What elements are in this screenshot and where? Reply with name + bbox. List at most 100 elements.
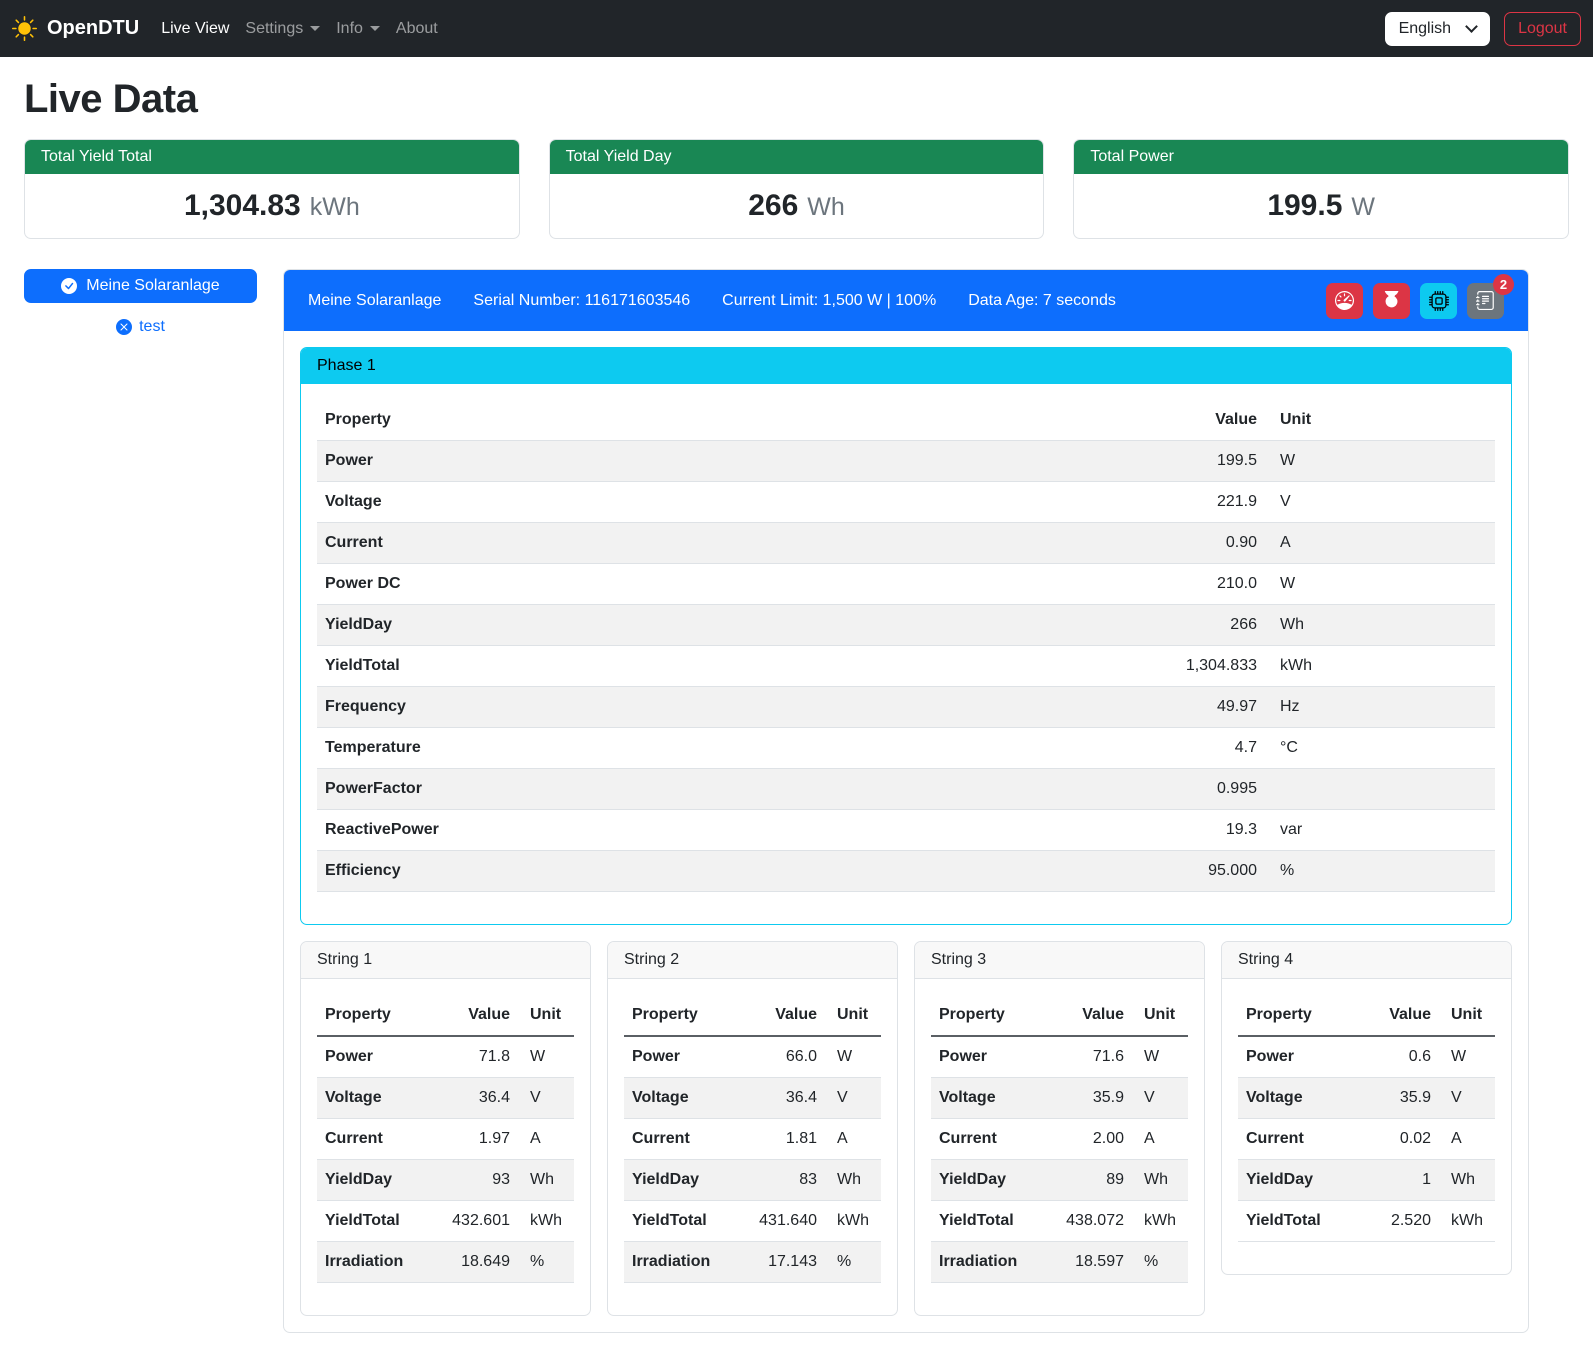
card-unit: W	[1351, 193, 1375, 221]
value-cell: 266	[884, 605, 1265, 646]
property-cell: Current	[1238, 1119, 1361, 1160]
unit-cell: %	[518, 1242, 574, 1283]
value-cell: 36.4	[430, 1078, 518, 1119]
property-cell: Current	[317, 1119, 430, 1160]
inverter-toolbar: 2	[1326, 283, 1504, 319]
value-cell: 431.640	[737, 1201, 825, 1242]
logout-button[interactable]: Logout	[1504, 12, 1581, 46]
unit-cell: A	[518, 1119, 574, 1160]
chevron-down-icon	[370, 26, 380, 31]
event-count-badge: 2	[1493, 274, 1514, 295]
unit-cell: Wh	[518, 1160, 574, 1201]
device-info-button[interactable]	[1420, 283, 1457, 319]
property-cell: Power	[317, 441, 884, 482]
inverter-select-button-test[interactable]: test	[24, 318, 257, 336]
chevron-down-icon	[310, 26, 320, 31]
property-cell: Voltage	[1238, 1078, 1361, 1119]
value-cell: 0.90	[884, 523, 1265, 564]
value-cell: 19.3	[884, 810, 1265, 851]
brand-logo[interactable]: OpenDTU	[12, 16, 139, 41]
check-circle-icon	[61, 278, 77, 294]
unit-cell	[1265, 769, 1495, 810]
unit-cell: W	[1439, 1036, 1495, 1078]
property-cell: Frequency	[317, 687, 884, 728]
property-cell: Power	[931, 1036, 1044, 1078]
value-cell: 0.995	[884, 769, 1265, 810]
value-cell: 221.9	[884, 482, 1265, 523]
string-2-card: String 2 Property Value Unit	[607, 941, 898, 1316]
card-value: 1,304.83	[184, 189, 301, 222]
property-cell: YieldDay	[317, 605, 884, 646]
table-row: Irradiation18.649%	[317, 1242, 574, 1283]
inverter-panel: Meine Solaranlage Serial Number: 1161716…	[283, 269, 1529, 1333]
table-row: YieldTotal1,304.833kWh	[317, 646, 1495, 687]
event-log-button[interactable]: 2	[1467, 283, 1504, 319]
journal-icon	[1476, 291, 1495, 310]
property-cell: Efficiency	[317, 851, 884, 892]
unit-cell: V	[825, 1078, 881, 1119]
table-row: Current1.81A	[624, 1119, 881, 1160]
inverter-limit: Current Limit: 1,500 W | 100%	[722, 292, 936, 310]
unit-cell: A	[1265, 523, 1495, 564]
value-cell: 2.520	[1361, 1201, 1439, 1242]
value-cell: 89	[1044, 1160, 1132, 1201]
table-row: Power71.6W	[931, 1036, 1188, 1078]
total-yield-day-card: Total Yield Day 266Wh	[549, 139, 1045, 239]
value-cell: 71.8	[430, 1036, 518, 1078]
string-card-title: String 2	[608, 942, 897, 979]
table-row: Current1.97A	[317, 1119, 574, 1160]
unit-cell: kWh	[825, 1201, 881, 1242]
table-row: Voltage36.4V	[624, 1078, 881, 1119]
chevron-down-icon	[1465, 20, 1478, 33]
phase-table: Property Value Unit Power199.5WVoltage22…	[317, 400, 1495, 892]
string-3-table: Property Value Unit Power71.6WVoltage35.…	[931, 995, 1188, 1283]
property-cell: Current	[931, 1119, 1044, 1160]
power-settings-button[interactable]	[1373, 283, 1410, 319]
string-card-title: String 1	[301, 942, 590, 979]
value-cell: 18.597	[1044, 1242, 1132, 1283]
card-value: 266	[748, 189, 798, 222]
unit-cell: kWh	[1265, 646, 1495, 687]
card-value: 199.5	[1267, 189, 1342, 222]
unit-cell: W	[1265, 564, 1495, 605]
nav-link-settings[interactable]: Settings	[237, 12, 328, 46]
property-cell: YieldDay	[624, 1160, 737, 1201]
property-cell: YieldTotal	[624, 1201, 737, 1242]
nav-link-about[interactable]: About	[388, 12, 446, 46]
property-cell: ReactivePower	[317, 810, 884, 851]
value-cell: 4.7	[884, 728, 1265, 769]
string-4-card: String 4 Property Value Unit	[1221, 941, 1512, 1275]
table-row: Irradiation17.143%	[624, 1242, 881, 1283]
table-row: Current2.00A	[931, 1119, 1188, 1160]
unit-cell: kWh	[1439, 1201, 1495, 1242]
power-icon	[1382, 291, 1401, 310]
table-row: YieldTotal432.601kWh	[317, 1201, 574, 1242]
column-header-value: Value	[737, 995, 825, 1036]
inverter-select-button-meine-solaranlage[interactable]: Meine Solaranlage	[24, 269, 257, 303]
unit-cell: W	[518, 1036, 574, 1078]
property-cell: Voltage	[624, 1078, 737, 1119]
property-cell: PowerFactor	[317, 769, 884, 810]
property-cell: YieldTotal	[1238, 1201, 1361, 1242]
unit-cell: V	[1132, 1078, 1188, 1119]
property-cell: Power	[317, 1036, 430, 1078]
limit-settings-button[interactable]	[1326, 283, 1363, 319]
table-row: PowerFactor0.995	[317, 769, 1495, 810]
table-row: Power199.5W	[317, 441, 1495, 482]
table-row: YieldTotal2.520kWh	[1238, 1201, 1495, 1242]
nav-link-live-view[interactable]: Live View	[153, 12, 237, 46]
unit-cell: Wh	[1265, 605, 1495, 646]
card-unit: Wh	[807, 193, 845, 221]
unit-cell: %	[825, 1242, 881, 1283]
table-row: Current0.02A	[1238, 1119, 1495, 1160]
unit-cell: %	[1265, 851, 1495, 892]
table-row: Efficiency95.000%	[317, 851, 1495, 892]
language-select[interactable]: English	[1385, 12, 1490, 46]
table-row: Power66.0W	[624, 1036, 881, 1078]
nav-link-info[interactable]: Info	[328, 12, 388, 46]
unit-cell: A	[1132, 1119, 1188, 1160]
table-row: YieldDay93Wh	[317, 1160, 574, 1201]
value-cell: 2.00	[1044, 1119, 1132, 1160]
property-cell: Voltage	[317, 1078, 430, 1119]
column-header-property: Property	[317, 400, 884, 441]
